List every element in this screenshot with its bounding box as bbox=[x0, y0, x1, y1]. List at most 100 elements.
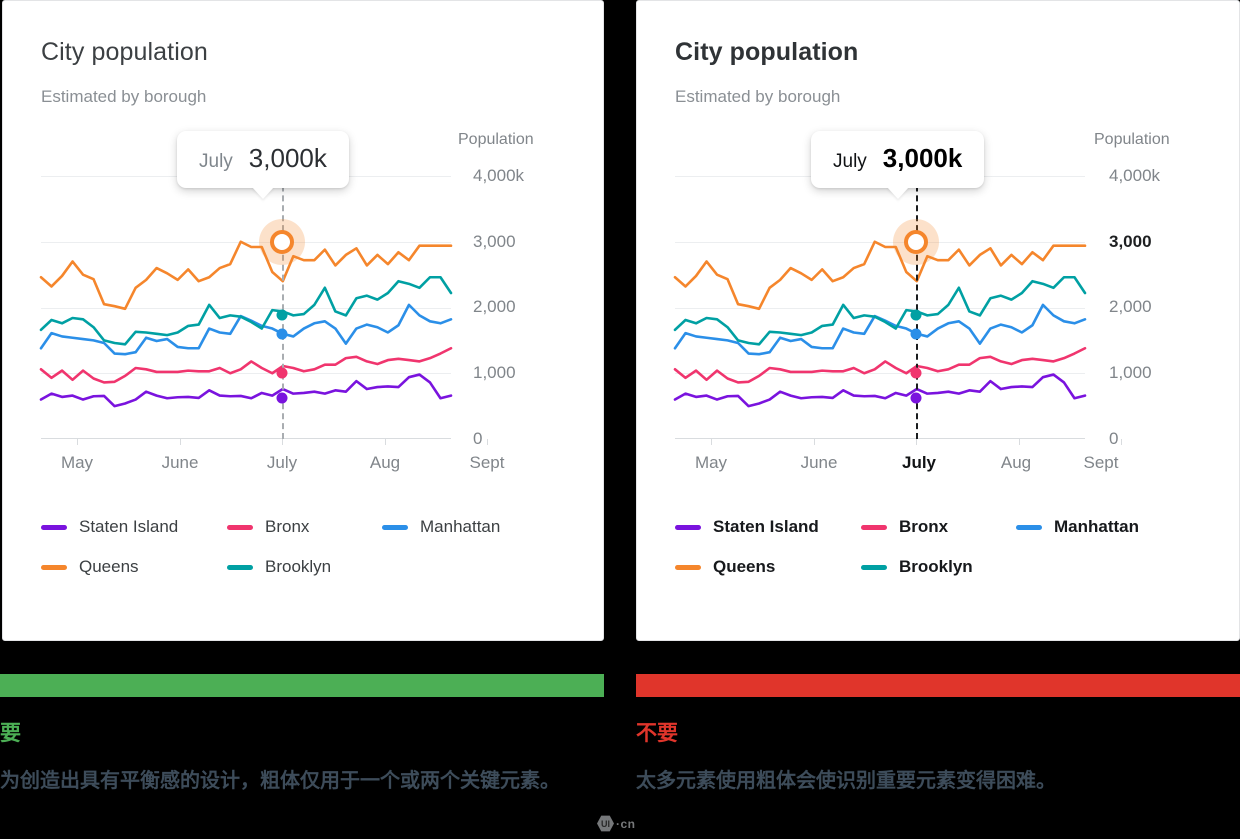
chart-plot-area-do bbox=[39, 136, 488, 445]
x-tick-label-may: May bbox=[60, 453, 94, 472]
x-tick-label-july: July bbox=[901, 453, 937, 472]
x-tick-label-aug: Aug bbox=[1000, 453, 1032, 472]
marker-dot-brooklyn[interactable] bbox=[910, 309, 922, 321]
chart-subtitle: Estimated by borough bbox=[41, 87, 207, 106]
series-line-manhattan bbox=[673, 303, 1087, 356]
chart-tooltip[interactable]: July 3,000k bbox=[177, 131, 349, 199]
verdict-label-do: 要 bbox=[0, 722, 21, 745]
x-tick-label-sept: Sept bbox=[469, 453, 505, 472]
chart-tooltip[interactable]: July 3,000k bbox=[811, 131, 985, 199]
x-tick-label-sept: Sept bbox=[1083, 453, 1119, 472]
marker-dot-bronx[interactable] bbox=[910, 367, 922, 379]
legend-item-brooklyn[interactable]: Brooklyn bbox=[861, 557, 973, 577]
legend-swatch-icon bbox=[675, 564, 701, 570]
watermark: UI ·cn bbox=[597, 815, 636, 832]
series-line-brooklyn bbox=[673, 275, 1087, 346]
legend-item-bronx[interactable]: Bronx bbox=[227, 517, 382, 537]
chart-card-dont: City population Estimated by borough Pop… bbox=[636, 0, 1240, 641]
series-lines-do bbox=[39, 240, 453, 408]
caption-body-do: 为创造出具有平衡感的设计，粗体仅用于一个或两个关键元素。 bbox=[0, 770, 560, 792]
legend-swatch-icon bbox=[861, 564, 887, 570]
series-line-brooklyn bbox=[39, 275, 453, 346]
x-tick-label-may: May bbox=[694, 453, 728, 472]
legend-item-brooklyn[interactable]: Brooklyn bbox=[227, 557, 331, 577]
legend-item-queens[interactable]: Queens bbox=[675, 557, 861, 577]
legend-item-manhattan[interactable]: Manhattan bbox=[1016, 517, 1139, 537]
legend-item-queens[interactable]: Queens bbox=[41, 557, 227, 577]
caption-dont: 不要 太多元素使用粗体会使识别重要元素变得困难。 bbox=[636, 674, 1240, 797]
series-line-queens bbox=[39, 240, 453, 311]
legend-label: Queens bbox=[79, 557, 139, 576]
series-line-staten-island bbox=[673, 373, 1087, 408]
tooltip-pointer-icon bbox=[251, 187, 274, 199]
y-tick-label-2000: 2,000 bbox=[473, 297, 516, 316]
tooltip-pointer-icon bbox=[886, 187, 909, 199]
y-tick-label-0: 0 bbox=[473, 429, 483, 448]
page-title: City population bbox=[41, 38, 208, 66]
marker-dot-staten-island[interactable] bbox=[276, 392, 288, 404]
legend-item-staten-island[interactable]: Staten Island bbox=[41, 517, 227, 537]
legend-swatch-icon bbox=[861, 524, 887, 530]
chart-subtitle: Estimated by borough bbox=[675, 87, 841, 106]
marker-dot-manhattan[interactable] bbox=[910, 328, 922, 340]
x-tick-sept bbox=[1121, 439, 1122, 445]
x-tick-may bbox=[711, 439, 712, 445]
marker-dot-manhattan[interactable] bbox=[276, 328, 288, 340]
chart-legend-do: Staten Island Bronx Manhattan Queens Bro… bbox=[41, 517, 583, 577]
tooltip-value: 3,000k bbox=[882, 143, 963, 173]
legend-item-staten-island[interactable]: Staten Island bbox=[675, 517, 861, 537]
y-tick-label-1000: 1,000 bbox=[1109, 363, 1152, 382]
x-tick-june bbox=[180, 439, 181, 445]
x-tick-label-july: July bbox=[266, 453, 298, 472]
y-tick-label-3000: 3,000 bbox=[473, 232, 516, 251]
status-rule-do bbox=[0, 674, 604, 697]
legend-item-manhattan[interactable]: Manhattan bbox=[382, 517, 500, 537]
legend-swatch-icon bbox=[41, 524, 67, 530]
legend-label: Bronx bbox=[265, 517, 310, 536]
legend-label: Staten Island bbox=[79, 517, 179, 536]
x-tick-label-june: June bbox=[161, 453, 199, 472]
y-axis-legend: Population bbox=[1094, 131, 1170, 148]
x-tick-label-aug: Aug bbox=[369, 453, 401, 472]
legend-swatch-icon bbox=[41, 564, 67, 570]
verdict-label-dont: 不要 bbox=[636, 722, 678, 745]
chart-legend-dont: Staten Island Bronx Manhattan Queens Bro… bbox=[675, 517, 1219, 577]
legend-label: Staten Island bbox=[713, 517, 819, 536]
series-line-staten-island bbox=[39, 373, 453, 408]
marker-dot-staten-island[interactable] bbox=[910, 392, 922, 404]
watermark-hex-icon: UI bbox=[597, 815, 614, 832]
legend-label: Queens bbox=[713, 557, 776, 576]
highlight-marker-queens[interactable] bbox=[904, 229, 928, 254]
legend-label: Manhattan bbox=[420, 517, 501, 536]
caption-body-dont: 太多元素使用粗体会使识别重要元素变得困难。 bbox=[636, 770, 1056, 792]
chart-plot-area-dont bbox=[673, 136, 1122, 445]
comparison-stage: City population Estimated by borough Pop… bbox=[0, 0, 1240, 839]
status-rule-dont bbox=[636, 674, 1240, 697]
y-tick-label-2000: 2,000 bbox=[1109, 297, 1152, 316]
x-tick-aug bbox=[385, 439, 386, 445]
legend-swatch-icon bbox=[382, 524, 408, 530]
y-tick-label-1000: 1,000 bbox=[473, 363, 516, 382]
legend-swatch-icon bbox=[227, 564, 253, 570]
legend-label: Brooklyn bbox=[265, 557, 332, 576]
marker-dot-bronx[interactable] bbox=[276, 367, 288, 379]
legend-swatch-icon bbox=[227, 524, 253, 530]
series-lines-dont bbox=[673, 240, 1087, 408]
x-tick-june bbox=[814, 439, 815, 445]
marker-dot-brooklyn[interactable] bbox=[276, 309, 288, 321]
legend-swatch-icon bbox=[675, 524, 701, 530]
page-title: City population bbox=[675, 38, 859, 66]
watermark-text: ·cn bbox=[616, 816, 636, 831]
x-tick-july bbox=[916, 439, 917, 445]
legend-swatch-icon bbox=[1016, 524, 1042, 530]
tooltip-month: July bbox=[833, 151, 867, 172]
x-tick-may bbox=[77, 439, 78, 445]
x-tick-aug bbox=[1019, 439, 1020, 445]
y-tick-label-4000: 4,000k bbox=[1109, 166, 1161, 185]
y-tick-label-4000: 4,000k bbox=[473, 166, 525, 185]
legend-item-bronx[interactable]: Bronx bbox=[861, 517, 1016, 537]
series-line-manhattan bbox=[39, 303, 453, 356]
chart-card-do: City population Estimated by borough Pop… bbox=[2, 0, 604, 641]
highlight-marker-queens[interactable] bbox=[270, 229, 294, 254]
x-tick-sept bbox=[487, 439, 488, 445]
